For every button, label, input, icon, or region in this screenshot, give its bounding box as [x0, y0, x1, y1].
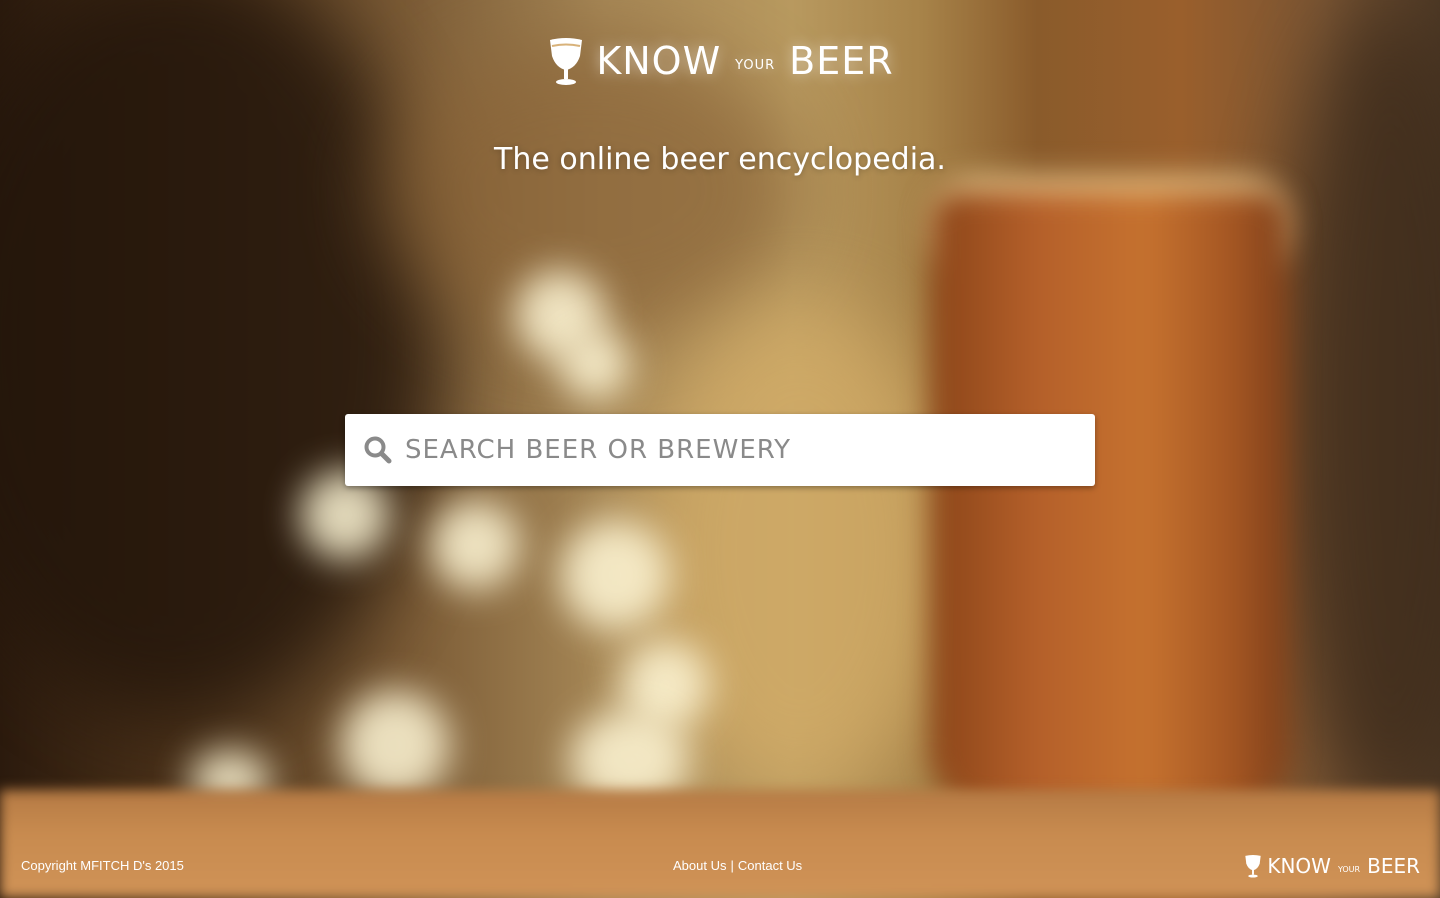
- header: KNOW YOUR BEER: [0, 36, 1440, 86]
- about-us-link[interactable]: About Us: [673, 858, 726, 873]
- footer-links: About Us | Contact Us: [673, 858, 802, 873]
- footer: Copyright MFITCH D's 2015 About Us | Con…: [0, 850, 1440, 884]
- search-icon: [364, 436, 392, 464]
- search-bar[interactable]: [345, 414, 1095, 486]
- beer-glass-icon: [550, 38, 583, 85]
- copyright-text: Copyright MFITCH D's 2015: [21, 858, 184, 873]
- tagline: The online beer encyclopedia.: [494, 142, 946, 178]
- brand-word-know: KNOW: [596, 39, 722, 83]
- footer-brand-word-know: KNOW: [1267, 854, 1331, 878]
- brand-logo[interactable]: KNOW YOUR BEER: [546, 36, 893, 86]
- contact-us-link[interactable]: Contact Us: [738, 858, 802, 873]
- footer-separator: |: [730, 858, 734, 873]
- footer-brand-word-beer: BEER: [1367, 854, 1420, 878]
- brand-word-beer: BEER: [789, 39, 894, 83]
- search-input[interactable]: [403, 419, 1057, 481]
- brand-word-your: YOUR: [735, 57, 776, 73]
- footer-brand-logo[interactable]: KNOW YOUR BEER: [1243, 854, 1420, 878]
- beer-glass-icon: [1245, 854, 1262, 878]
- footer-brand-word-your: YOUR: [1337, 864, 1361, 874]
